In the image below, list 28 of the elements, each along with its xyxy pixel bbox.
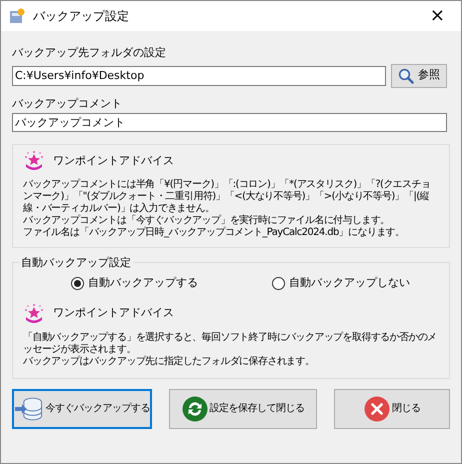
- advice-text: バックアップコメントは「今すぐバックアップ」を実行時にファイル名に付与します。: [23, 215, 391, 226]
- radio-button[interactable]: [272, 276, 285, 290]
- database-arrow-icon: [14, 396, 44, 422]
- refresh-icon: [182, 396, 208, 422]
- radio-option[interactable]: 自動バックアップしない: [272, 275, 410, 292]
- advice-text: バックアップはバックアップ先に指定したフォルダに保存されます。: [23, 356, 316, 368]
- close-icon: [364, 396, 390, 422]
- field-label: バックアップ先フォルダの設定: [12, 45, 167, 61]
- folder-path-field[interactable]: C:¥Users¥info¥Desktop: [12, 66, 386, 86]
- radio-button[interactable]: [71, 276, 84, 290]
- action-button[interactable]: 設定を保存して閉じる: [169, 388, 317, 428]
- star-badge-icon: [23, 304, 45, 324]
- window-title: バックアップ設定: [33, 8, 130, 25]
- search-icon: [398, 68, 414, 84]
- advice-text: ファイル名は「バックアップ日時_バックアップコメント_PayCalc2024.db」になります。: [23, 227, 406, 239]
- action-button[interactable]: 今すぐバックアップする: [12, 388, 152, 428]
- advice-title: ワンポイントアドバイス: [53, 305, 174, 322]
- star-badge-icon: [23, 151, 45, 171]
- field-label: バックアップコメント: [12, 96, 123, 112]
- browse-button[interactable]: 参照: [391, 64, 447, 88]
- advice-title: ワンポイントアドバイス: [53, 152, 174, 169]
- comment-field[interactable]: バックアップコメント: [12, 113, 447, 132]
- radio-option[interactable]: 自動バックアップする: [71, 275, 198, 292]
- action-button[interactable]: 閉じる: [334, 388, 450, 428]
- advice-text: 「自動バックアップする」を選択すると、毎回ソフト終了時にバックアップを取得するか否かのメッセージが表示されます。: [23, 332, 438, 356]
- advice-text: バックアップコメントには半角「¥(円マーク)」「:(コロン)」「*(アスタリスク)」「?(クエスチョンマーク)」「"(ダブルクォート・二重引用符)」「<(大なり不等号)」「>(小なり不等号)」「|(縦線・バーティカルバー)」は入力できません。: [23, 179, 432, 214]
- app-icon: [9, 8, 25, 24]
- close-button[interactable]: ×: [422, 7, 453, 25]
